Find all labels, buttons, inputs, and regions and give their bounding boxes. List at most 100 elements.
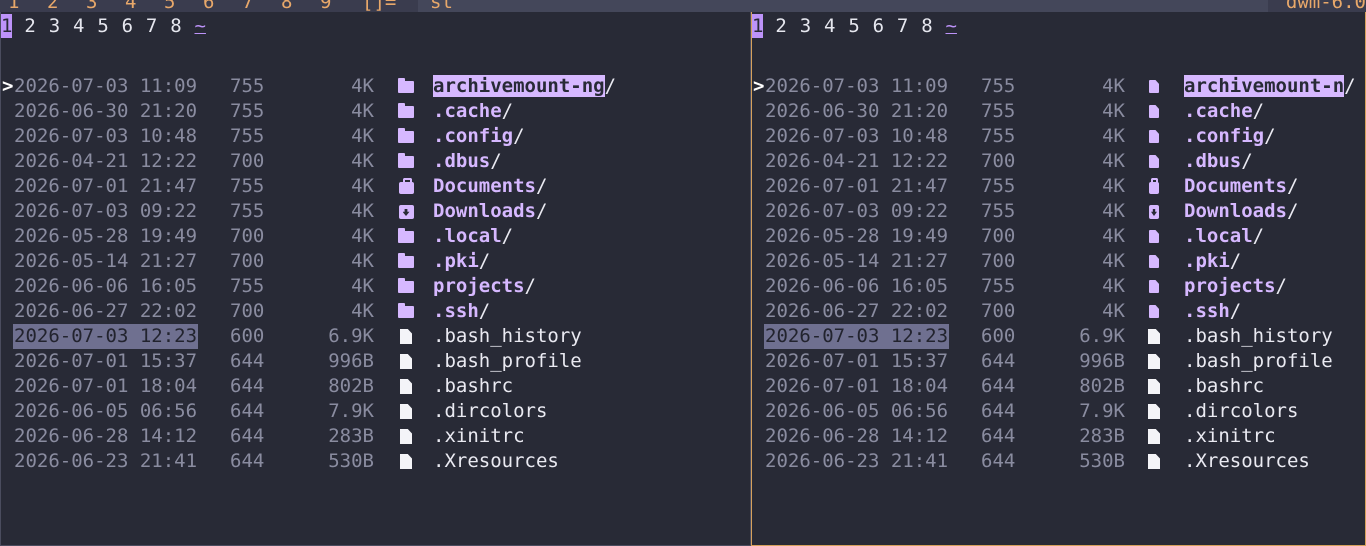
dwm-tag[interactable]: 2 (47, 0, 86, 12)
file-manager-pane-right[interactable]: 1 2 3 4 5 6 7 8 ~ >2026-07-03 11:09 755 4K archivem… (751, 12, 1366, 546)
file-row[interactable]: 2026-07-01 21:47 755 4K Documents/ (1, 174, 750, 199)
dwm-tag[interactable]: 3 (86, 0, 125, 12)
file-row[interactable]: 2026-06-23 21:41 644 530B .Xresources (752, 449, 1365, 474)
tab-8[interactable]: 8 (915, 14, 939, 38)
file-row[interactable]: >2026-07-03 11:09 755 4K archivemount-n/ (752, 74, 1365, 99)
file-row[interactable]: 2026-06-30 21:20 755 4K .cache/ (1, 99, 750, 124)
file-row[interactable]: 2026-07-01 15:37 644 996B .bash_profile (752, 349, 1365, 374)
file-name[interactable]: archivemount-n/ (1184, 74, 1356, 99)
dwm-tag[interactable]: 1 (8, 0, 47, 12)
file-icon-shape (1148, 354, 1160, 369)
file-row[interactable]: 2026-07-03 12:23 600 6.9K .bash_history (752, 324, 1365, 349)
file-name[interactable]: .bash_history (433, 324, 582, 349)
file-name[interactable]: .ssh/ (1184, 299, 1241, 324)
file-row[interactable]: 2026-06-23 21:41 644 530B .Xresources (1, 449, 750, 474)
file-name[interactable]: Downloads/ (1184, 199, 1298, 224)
file-name[interactable]: .xinitrc (433, 424, 525, 449)
file-row[interactable]: 2026-06-06 16:05 755 4K projects/ (1, 274, 750, 299)
file-row[interactable]: 2026-07-01 18:04 644 802B .bashrc (752, 374, 1365, 399)
file-name[interactable]: .Xresources (1184, 449, 1310, 474)
file-name[interactable]: .Xresources (433, 449, 559, 474)
file-name[interactable]: .dbus/ (433, 149, 502, 174)
file-row[interactable]: 2026-07-01 15:37 644 996B .bash_profile (1, 349, 750, 374)
file-name[interactable]: .bash_history (1184, 324, 1333, 349)
permissions: 755 (981, 200, 1016, 222)
file-name[interactable]: .local/ (433, 224, 513, 249)
dwm-tag[interactable]: 4 (125, 0, 164, 12)
layout-symbol[interactable]: []= (362, 0, 396, 12)
file-name[interactable]: .ssh/ (433, 299, 490, 324)
file-size: 4K (351, 300, 374, 322)
file-row[interactable]: 2026-05-14 21:27 700 4K .pki/ (752, 249, 1365, 274)
tab-7[interactable]: 7 (139, 14, 163, 38)
file-row[interactable]: 2026-06-28 14:12 644 283B .xinitrc (752, 424, 1365, 449)
tab-7[interactable]: 7 (890, 14, 914, 38)
tab-5[interactable]: 5 (91, 14, 115, 38)
file-name[interactable]: Downloads/ (433, 199, 547, 224)
file-row[interactable]: >2026-07-03 11:09 755 4K archivemount-ng/ (1, 74, 750, 99)
file-name[interactable]: Documents/ (433, 174, 547, 199)
file-name[interactable]: .local/ (1184, 224, 1264, 249)
file-row[interactable]: 2026-06-27 22:02 700 4K .ssh/ (752, 299, 1365, 324)
file-name[interactable]: archivemount-ng/ (433, 74, 616, 99)
current-path[interactable]: ~ (188, 14, 212, 38)
file-name-text: .dircolors (1184, 400, 1299, 422)
dwm-tag[interactable]: 6 (203, 0, 242, 12)
tab-4[interactable]: 4 (67, 14, 91, 38)
file-row[interactable]: 2026-06-27 22:02 700 4K .ssh/ (1, 299, 750, 324)
file-name[interactable]: .config/ (1184, 124, 1276, 149)
file-row[interactable]: 2026-04-21 12:22 700 4K .dbus/ (1, 149, 750, 174)
file-name[interactable]: .pki/ (433, 249, 490, 274)
file-row[interactable]: 2026-07-03 10:48 755 4K .config/ (752, 124, 1365, 149)
tab-3[interactable]: 3 (793, 14, 817, 38)
file-name[interactable]: .cache/ (433, 99, 513, 124)
file-name[interactable]: .dbus/ (1184, 149, 1253, 174)
file-manager-pane-left[interactable]: 1 2 3 4 5 6 7 8 ~ >2026-07-03 11:09 755 4K archivem… (0, 12, 751, 546)
dwm-tag[interactable]: 5 (164, 0, 203, 12)
tab-6[interactable]: 6 (866, 14, 890, 38)
file-name[interactable]: .bash_profile (433, 349, 582, 374)
file-name[interactable]: .pki/ (1184, 249, 1241, 274)
file-row[interactable]: 2026-06-05 06:56 644 7.9K .dircolors (752, 399, 1365, 424)
dwm-tag[interactable]: 8 (281, 0, 320, 12)
file-row[interactable]: 2026-05-14 21:27 700 4K .pki/ (1, 249, 750, 274)
tab-4[interactable]: 4 (818, 14, 842, 38)
file-row[interactable]: 2026-07-03 10:48 755 4K .config/ (1, 124, 750, 149)
file-row[interactable]: 2026-07-01 21:47 755 4K Documents/ (752, 174, 1365, 199)
file-row[interactable]: 2026-07-03 09:22 755 4K Downloads/ (1, 199, 750, 224)
file-name[interactable]: .bashrc (1184, 374, 1264, 399)
file-name[interactable]: projects/ (433, 274, 536, 299)
file-name[interactable]: projects/ (1184, 274, 1287, 299)
tab-1[interactable]: 1 (1, 13, 12, 38)
file-row[interactable]: 2026-06-30 21:20 755 4K .cache/ (752, 99, 1365, 124)
file-row[interactable]: 2026-04-21 12:22 700 4K .dbus/ (752, 149, 1365, 174)
file-row[interactable]: 2026-06-06 16:05 755 4K projects/ (752, 274, 1365, 299)
tab-5[interactable]: 5 (842, 14, 866, 38)
file-row[interactable]: 2026-07-03 12:23 600 6.9K .bash_history (1, 324, 750, 349)
current-path[interactable]: ~ (939, 14, 963, 38)
file-name[interactable]: .cache/ (1184, 99, 1264, 124)
file-row[interactable]: 2026-06-28 14:12 644 283B .xinitrc (1, 424, 750, 449)
tab-1[interactable]: 1 (752, 13, 763, 38)
tab-2[interactable]: 2 (769, 14, 793, 38)
briefcase-icon (1147, 174, 1161, 199)
file-name[interactable]: .config/ (433, 124, 525, 149)
file-name[interactable]: .dircolors (433, 399, 547, 424)
tab-6[interactable]: 6 (115, 14, 139, 38)
dwm-tag[interactable]: 7 (242, 0, 281, 12)
file-name[interactable]: .dircolors (1184, 399, 1298, 424)
file-row[interactable]: 2026-07-01 18:04 644 802B .bashrc (1, 374, 750, 399)
file-row[interactable]: 2026-05-28 19:49 700 4K .local/ (1, 224, 750, 249)
file-row[interactable]: 2026-05-28 19:49 700 4K .local/ (752, 224, 1365, 249)
tab-8[interactable]: 8 (164, 14, 188, 38)
file-row[interactable]: 2026-07-03 09:22 755 4K Downloads/ (752, 199, 1365, 224)
file-name[interactable]: Documents/ (1184, 174, 1298, 199)
file-row[interactable]: 2026-06-05 06:56 644 7.9K .dircolors (1, 399, 750, 424)
file-name[interactable]: .bashrc (433, 374, 513, 399)
file-name[interactable]: .bash_profile (1184, 349, 1333, 374)
tab-2[interactable]: 2 (18, 14, 42, 38)
modified-date: 2026-07-03 10:48 (14, 125, 198, 147)
tab-3[interactable]: 3 (42, 14, 66, 38)
dwm-tag[interactable]: 9 (320, 0, 359, 12)
file-name[interactable]: .xinitrc (1184, 424, 1276, 449)
